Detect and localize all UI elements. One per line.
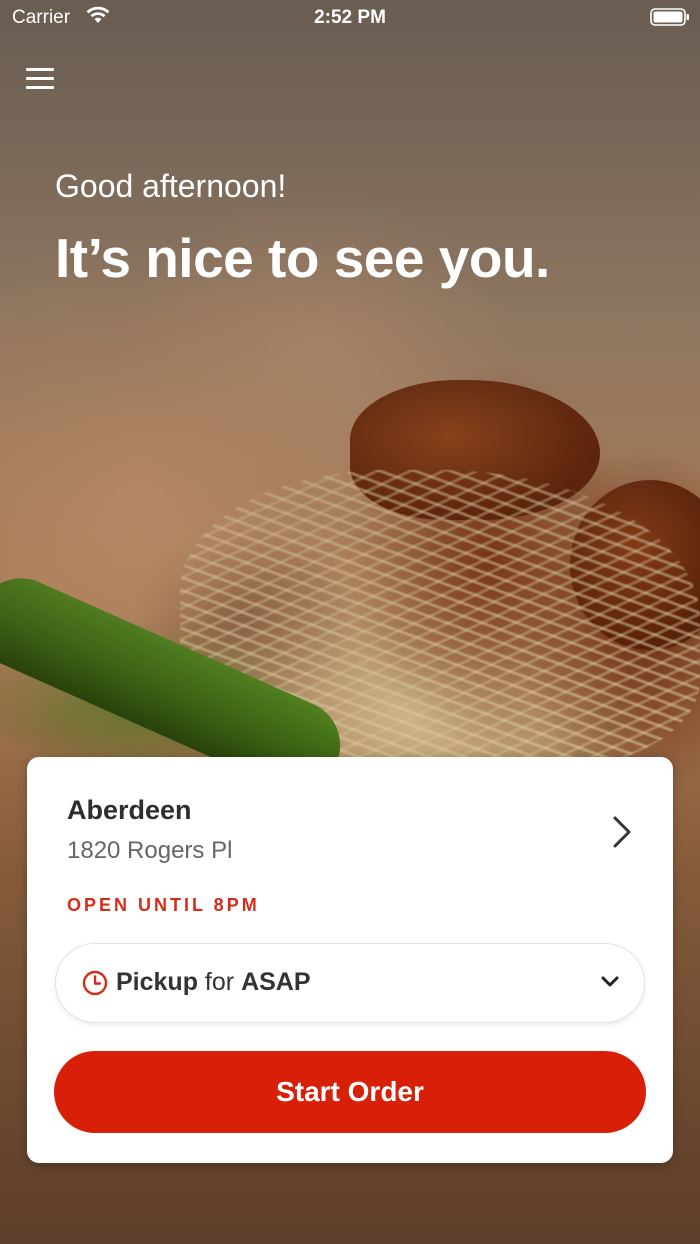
menu-line xyxy=(26,86,54,89)
order-time: ASAP xyxy=(241,968,311,996)
status-time: 2:52 PM xyxy=(314,7,386,28)
chevron-right-icon xyxy=(613,816,631,848)
location-name: Aberdeen xyxy=(67,795,192,825)
order-type-dropdown[interactable]: Pickup for ASAP xyxy=(55,943,645,1023)
battery-icon xyxy=(650,8,689,26)
location-selector[interactable]: Aberdeen 1820 Rogers Pl xyxy=(67,795,643,875)
app-screen: Carrier 2:52 PM Good afternoon! It’s nic… xyxy=(0,0,700,1244)
location-address: 1820 Rogers Pl xyxy=(67,837,233,864)
hamburger-menu-icon[interactable] xyxy=(26,66,56,92)
greeting-text: Good afternoon! xyxy=(55,168,287,204)
open-status-badge: OPEN UNTIL 8PM xyxy=(67,895,260,915)
order-method: Pickup xyxy=(116,968,198,996)
start-order-button[interactable]: Start Order xyxy=(54,1051,646,1133)
welcome-headline: It’s nice to see you. xyxy=(55,227,550,289)
status-bar: Carrier 2:52 PM xyxy=(0,0,700,36)
chevron-down-icon xyxy=(601,976,619,987)
menu-line xyxy=(26,77,54,80)
order-type-label: Pickup for ASAP xyxy=(116,968,311,997)
menu-line xyxy=(26,68,54,71)
order-connector: for xyxy=(197,968,242,996)
location-card: Aberdeen 1820 Rogers Pl OPEN UNTIL 8PM P… xyxy=(27,757,673,1163)
clock-icon xyxy=(82,970,108,996)
